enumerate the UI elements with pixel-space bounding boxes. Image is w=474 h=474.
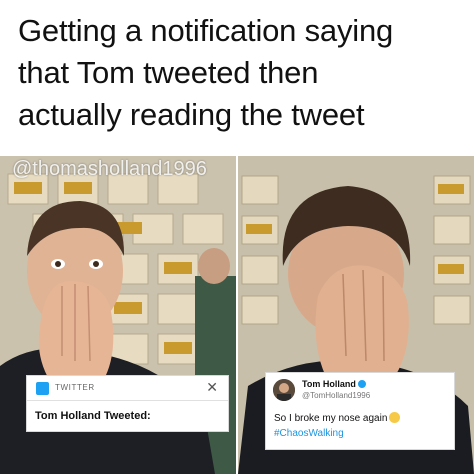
tweet-text: So I broke my nose again — [274, 412, 401, 424]
tweet-author-handle[interactable]: @TomHolland1996 — [302, 391, 370, 400]
twitter-logo-icon — [36, 382, 49, 395]
avatar-image — [273, 379, 295, 401]
notification-header: TWITTER ✕ — [27, 376, 228, 401]
tweet-text-content: So I broke my nose again — [274, 413, 388, 424]
tweet-author-name-text: Tom Holland — [302, 379, 356, 389]
crying-laughing-emoji-icon — [389, 412, 401, 423]
tweet-hashtag[interactable]: #ChaosWalking — [274, 428, 344, 439]
notification-message: Tom Holland Tweeted: — [35, 410, 151, 422]
verified-badge-icon — [357, 380, 366, 388]
tweet-author-name[interactable]: Tom Holland — [302, 379, 366, 389]
notification-app-label: TWITTER — [55, 383, 95, 392]
watermark: @thomasholland1996 — [12, 158, 207, 180]
twitter-notification-card[interactable]: TWITTER ✕ Tom Holland Tweeted: — [26, 375, 229, 432]
caption-line-1: Getting a notification saying — [18, 13, 394, 48]
tweet-card[interactable]: Tom Holland @TomHolland1996 So I broke m… — [265, 372, 455, 450]
meme-caption: Getting a notification saying that Tom t… — [18, 10, 458, 136]
caption-line-2: that Tom tweeted then — [18, 55, 319, 90]
caption-line-3: actually reading the tweet — [18, 97, 365, 132]
close-icon[interactable]: ✕ — [206, 379, 218, 396]
avatar[interactable] — [273, 379, 295, 401]
